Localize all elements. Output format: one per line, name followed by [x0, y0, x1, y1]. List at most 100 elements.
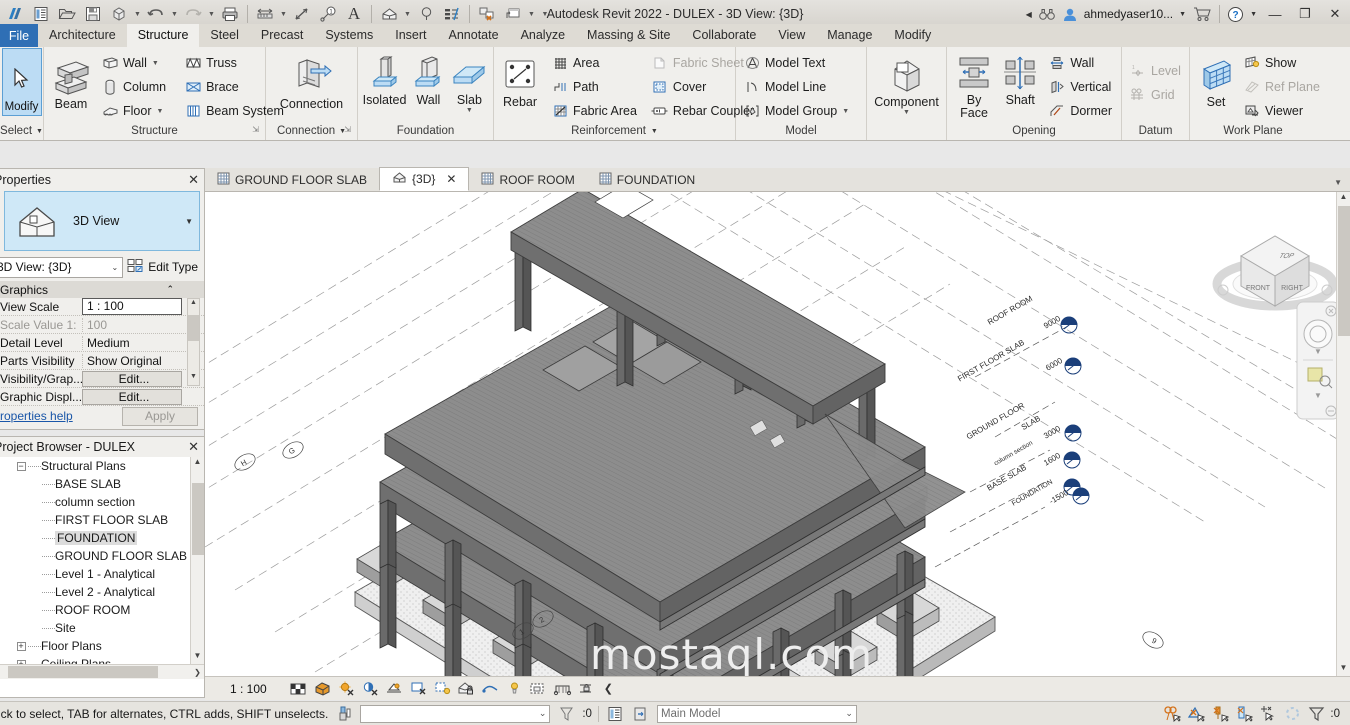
detail-level-icon[interactable]: [288, 679, 309, 699]
drawing-canvas[interactable]: 1 2 3 4 5 6 7 8 9: [205, 192, 1350, 676]
canvas-vertical-scrollbar[interactable]: ▲ ▼: [1336, 192, 1350, 676]
visual-style-icon[interactable]: [312, 679, 333, 699]
property-value[interactable]: Show Original: [82, 354, 204, 368]
tree-node-ground-floor-slab[interactable]: GROUND FLOOR SLAB: [0, 547, 204, 565]
scroll-up-icon[interactable]: ▲: [191, 457, 204, 470]
constraints-icon[interactable]: [576, 679, 597, 699]
exclude-elements-by-face-icon[interactable]: [1234, 704, 1254, 724]
tree-node-level-1-analytical[interactable]: Level 1 - Analytical: [0, 565, 204, 583]
scroll-right-icon[interactable]: ❯: [191, 668, 204, 677]
exclude-options-icon[interactable]: [556, 704, 576, 724]
show-work-plane-button[interactable]: Show: [1240, 51, 1325, 75]
tab-modify[interactable]: Modify: [883, 24, 942, 47]
expander-icon[interactable]: −: [14, 462, 28, 471]
show-crop-region-icon[interactable]: [432, 679, 453, 699]
tab-manage[interactable]: Manage: [816, 24, 883, 47]
scroll-down-icon[interactable]: ▼: [191, 651, 204, 664]
rendering-dialog-icon[interactable]: [384, 679, 405, 699]
visibility-graphics-edit-button[interactable]: Edit...: [82, 371, 182, 387]
tab-analyze[interactable]: Analyze: [510, 24, 576, 47]
tab-massing-site[interactable]: Massing & Site: [576, 24, 681, 47]
filter-icon[interactable]: [1306, 704, 1326, 724]
property-row-graphic-display[interactable]: Graphic Displ... Edit...: [0, 388, 204, 406]
tree-node-column-section[interactable]: column section: [0, 493, 204, 511]
level-button[interactable]: 1 Level: [1126, 59, 1186, 83]
tab-precast[interactable]: Precast: [250, 24, 314, 47]
scroll-down-icon[interactable]: ▼: [188, 373, 199, 385]
close-icon[interactable]: ✕: [446, 172, 456, 186]
view-tab-overflow-icon[interactable]: ▼: [1334, 178, 1350, 191]
reinforcement-panel-caret-icon[interactable]: ▼: [651, 123, 658, 140]
model-group-button[interactable]: Model Group ▼: [740, 99, 854, 123]
type-selector-combo[interactable]: 3D View: {3D} ⌄: [0, 257, 123, 278]
scroll-down-icon[interactable]: ▼: [1337, 663, 1350, 676]
type-selector-preview[interactable]: 3D View ▼: [4, 191, 200, 251]
tab-insert[interactable]: Insert: [384, 24, 437, 47]
modify-button[interactable]: Modify: [2, 48, 42, 116]
model-text-button[interactable]: Model Text: [740, 51, 854, 75]
tree-node-base-slab[interactable]: BASE SLAB: [0, 475, 204, 493]
wall-caret-icon[interactable]: ▼: [152, 60, 159, 67]
wall-foundation-button[interactable]: Wall: [408, 51, 448, 107]
tab-structure[interactable]: Structure: [127, 24, 200, 47]
close-icon[interactable]: ✕: [188, 172, 199, 188]
exclude-pinned-icon[interactable]: [1210, 704, 1230, 724]
component-button[interactable]: Component ▼: [875, 53, 939, 116]
tab-annotate[interactable]: Annotate: [438, 24, 510, 47]
editable-only-icon[interactable]: [631, 704, 651, 724]
sun-path-icon[interactable]: [336, 679, 357, 699]
beam-button[interactable]: Beam: [48, 55, 94, 111]
tree-node-level-2-analytical[interactable]: Level 2 - Analytical: [0, 583, 204, 601]
chevron-down-icon[interactable]: ⌄: [845, 708, 853, 719]
floor-caret-icon[interactable]: ▼: [156, 108, 163, 115]
wall-button[interactable]: Wall ▼: [98, 51, 171, 75]
column-button[interactable]: Column: [98, 75, 171, 99]
view-control-expand-icon[interactable]: ❮: [604, 682, 613, 695]
view-tab-3d[interactable]: {3D} ✕: [379, 167, 469, 191]
progress-icon[interactable]: [1282, 704, 1302, 724]
tab-steel[interactable]: Steel: [199, 24, 250, 47]
lock-3d-view-icon[interactable]: [456, 679, 477, 699]
graphics-group-header[interactable]: Graphics ⌃: [0, 281, 204, 298]
by-face-opening-button[interactable]: By Face: [951, 51, 997, 120]
tree-node-foundation[interactable]: FOUNDATION: [0, 529, 204, 547]
rebar-button[interactable]: Rebar: [498, 53, 542, 109]
dormer-opening-button[interactable]: Dormer: [1045, 99, 1117, 123]
connection-panel-dialog-launcher-icon[interactable]: ⇲: [344, 121, 351, 138]
wall-opening-button[interactable]: Wall: [1045, 51, 1117, 75]
expander-icon[interactable]: +: [14, 642, 28, 651]
scroll-up-icon[interactable]: ▲: [1337, 192, 1350, 205]
tab-view[interactable]: View: [767, 24, 816, 47]
view-scale-label[interactable]: 1 : 100: [230, 682, 267, 696]
tab-collaborate[interactable]: Collaborate: [681, 24, 767, 47]
vertical-opening-button[interactable]: Vertical: [1045, 75, 1117, 99]
tree-node-floor-plans[interactable]: + Floor Plans: [0, 637, 204, 655]
set-work-plane-button[interactable]: Set: [1194, 53, 1238, 109]
property-row-parts-visibility[interactable]: Parts Visibility Show Original: [0, 352, 204, 370]
apply-button[interactable]: Apply: [122, 407, 198, 426]
reveal-hidden-elements-icon[interactable]: [504, 679, 525, 699]
area-reinforcement-button[interactable]: Area: [548, 51, 642, 75]
edit-type-button[interactable]: Edit Type: [127, 258, 202, 276]
chevron-down-icon[interactable]: ▼: [185, 217, 193, 226]
tab-architecture[interactable]: Architecture: [38, 24, 127, 47]
component-caret-icon[interactable]: ▼: [903, 109, 910, 116]
properties-help-link[interactable]: Properties help: [0, 409, 73, 423]
structure-panel-dialog-launcher-icon[interactable]: ⇲: [252, 121, 259, 138]
design-options-icon[interactable]: [334, 704, 354, 724]
tree-node-structural-plans[interactable]: − Structural Plans: [0, 457, 204, 475]
collapse-icon[interactable]: ⌃: [166, 284, 174, 295]
chevron-down-icon[interactable]: ⌄: [539, 708, 547, 719]
hide-crop-boundaries-icon[interactable]: [1186, 704, 1206, 724]
analytical-model-icon[interactable]: [552, 679, 573, 699]
property-row-detail-level[interactable]: Detail Level Medium: [0, 334, 204, 352]
temporary-hide-isolate-icon[interactable]: [480, 679, 501, 699]
close-icon[interactable]: ✕: [188, 439, 199, 455]
model-line-button[interactable]: Model Line: [740, 75, 854, 99]
shadows-icon[interactable]: [360, 679, 381, 699]
grid-button[interactable]: Grid: [1126, 83, 1186, 107]
property-row-view-scale[interactable]: View Scale 1 : 100: [0, 298, 204, 316]
project-browser-scrollbar[interactable]: ▲ ▼: [190, 457, 204, 679]
project-browser-hscrollbar[interactable]: ❯: [0, 664, 204, 679]
press-drag-icon[interactable]: [1258, 704, 1278, 724]
